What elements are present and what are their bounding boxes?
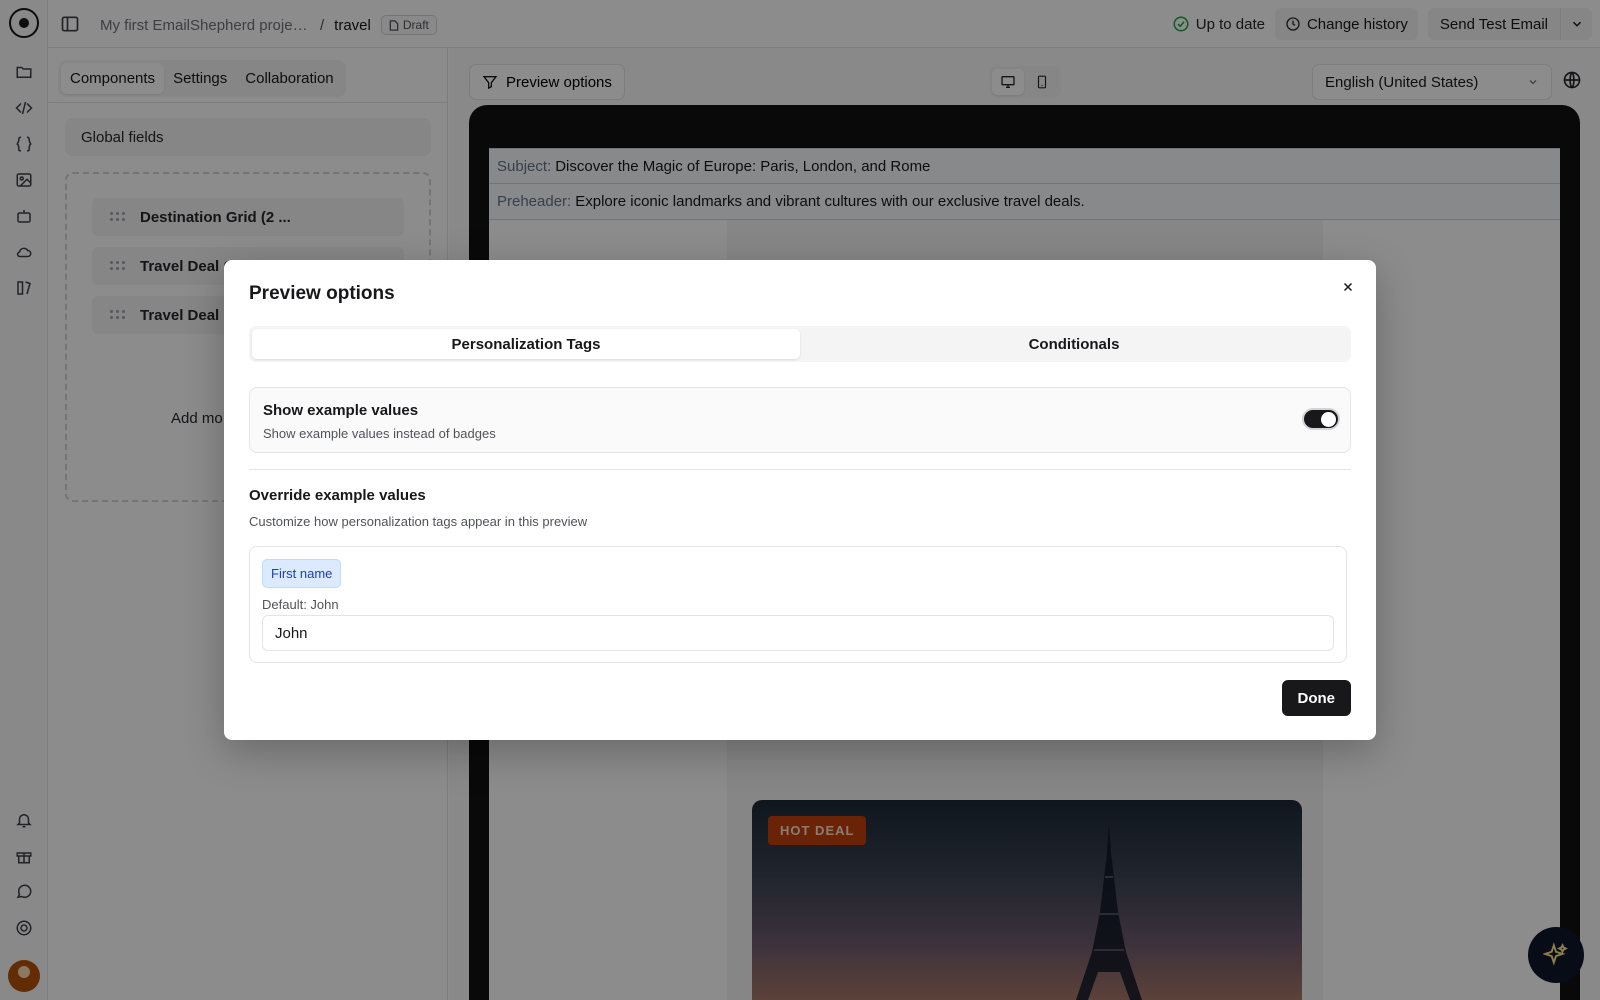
dialog-tabs: Personalization Tags Conditionals <box>249 326 1351 362</box>
override-field-card: First name Default: John <box>249 546 1347 663</box>
personalization-tag-chip: First name <box>262 559 342 588</box>
show-example-values-toggle[interactable] <box>1302 408 1340 430</box>
default-value-label: Default: John <box>262 597 339 612</box>
override-title: Override example values <box>249 487 426 504</box>
show-example-values-option: Show example values Show example values … <box>249 387 1351 453</box>
preview-options-dialog: Preview options Personalization Tags Con… <box>224 260 1376 740</box>
divider <box>249 469 1351 470</box>
tab-personalization-tags[interactable]: Personalization Tags <box>252 329 800 359</box>
override-description: Customize how personalization tags appea… <box>249 514 588 529</box>
close-icon[interactable] <box>1338 277 1358 297</box>
done-button[interactable]: Done <box>1281 680 1351 716</box>
tab-conditionals[interactable]: Conditionals <box>800 329 1348 359</box>
dialog-title: Preview options <box>249 283 395 304</box>
option-title: Show example values <box>263 402 419 419</box>
first-name-input[interactable] <box>262 615 1334 651</box>
option-description: Show example values instead of badges <box>263 426 496 441</box>
